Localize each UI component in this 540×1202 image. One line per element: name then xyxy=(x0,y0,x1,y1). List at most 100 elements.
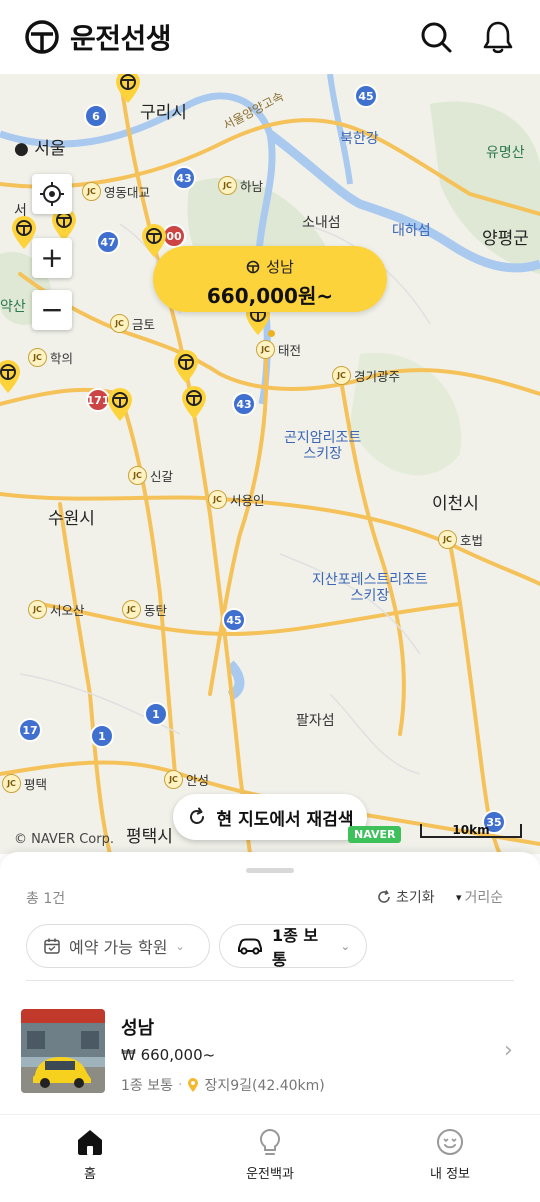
callout-name: 성남 xyxy=(266,258,294,276)
place-label: 구리시 xyxy=(140,103,187,123)
place-label: 수원시 xyxy=(48,509,95,529)
separator-dot: · xyxy=(178,1077,183,1093)
academy-meta: 1종 보통 · 장지9길(42.40km) xyxy=(121,1075,325,1095)
place-label: 이천시 xyxy=(432,494,479,514)
calendar-icon xyxy=(44,938,60,954)
junction-label: JC 동탄 xyxy=(122,600,167,619)
academy-pin-icon[interactable] xyxy=(180,384,208,420)
location-pin-icon xyxy=(188,1078,199,1092)
route-shield: 1 xyxy=(90,724,114,748)
callout-price: 660,000원~ xyxy=(206,284,334,308)
research-map-button[interactable]: 현 지도에서 재검색 xyxy=(173,794,367,840)
reset-icon xyxy=(378,890,390,903)
junction-label: JC 태전 xyxy=(256,340,301,359)
app-title: 운전선생 xyxy=(70,22,172,55)
junction-label: JC 경기광주 xyxy=(332,366,400,385)
location-dot xyxy=(268,330,275,337)
place-label: 곤지암리조트 스키장 xyxy=(284,430,362,462)
filter-license-label: 1종 보통 xyxy=(271,926,319,969)
filter-academy-label: 예약 가능 학원 xyxy=(69,938,168,957)
route-shield: 43 xyxy=(232,392,256,416)
sort-label: 거리순 xyxy=(464,890,504,906)
place-label: 약산 xyxy=(0,299,26,315)
notification-button[interactable] xyxy=(480,19,516,55)
academy-thumbnail xyxy=(21,1009,105,1093)
chevron-right-icon: › xyxy=(504,1038,513,1063)
junction-label: JC 신갈 xyxy=(128,466,173,485)
reset-button[interactable]: 초기화 xyxy=(376,887,435,907)
academy-pin-icon[interactable] xyxy=(0,358,22,394)
nav-home[interactable]: 홈 xyxy=(0,1115,180,1202)
bell-icon xyxy=(483,21,513,54)
refresh-icon xyxy=(189,807,204,824)
my-location-button[interactable] xyxy=(32,174,72,214)
academy-pin-icon[interactable] xyxy=(140,222,168,258)
steering-wheel-logo-icon xyxy=(25,20,59,54)
academy-pin-icon[interactable] xyxy=(114,74,142,104)
route-shield: 17 xyxy=(18,718,42,742)
car-icon xyxy=(237,938,262,955)
academy-list-item[interactable]: 성남 ₩ 660,000~ 1종 보통 · 장지9길(42.40km) › xyxy=(0,1002,540,1098)
route-shield: 43 xyxy=(172,166,196,190)
junction-label: JC 안성 xyxy=(164,770,209,789)
place-label: 지산포레스트리조트 스키장 xyxy=(312,572,428,604)
junction-label: JC 호법 xyxy=(438,530,483,549)
lightbulb-icon xyxy=(259,1128,281,1155)
junction-label: JC 하남 xyxy=(218,176,263,195)
plus-icon: + xyxy=(40,241,64,274)
zoom-out-button[interactable]: − xyxy=(32,290,72,330)
academy-pin-icon[interactable] xyxy=(172,348,200,384)
map-credit: © NAVER Corp. xyxy=(14,832,114,847)
chevron-down-icon: ⌄ xyxy=(175,939,185,953)
place-label: 평택시 xyxy=(126,827,173,847)
app-logo[interactable]: 운전선생 xyxy=(24,17,172,57)
map-view[interactable]: 구리시 ● 서울 서울양양고속 북한강 유명산 소내섬 대하섬 양평군 약산 서… xyxy=(0,74,540,854)
search-icon xyxy=(421,22,452,53)
chevron-down-icon: ⌄ xyxy=(340,939,350,953)
naver-logo: NAVER xyxy=(348,826,402,843)
route-shield: 47 xyxy=(96,230,120,254)
place-label: 양평군 xyxy=(482,229,529,249)
route-shield: 6 xyxy=(84,104,108,128)
sort-dropdown[interactable]: ▾ 거리순 xyxy=(456,887,503,907)
steering-wheel-icon xyxy=(246,260,260,273)
available-academy-filter[interactable]: 예약 가능 학원 ⌄ xyxy=(26,924,210,968)
academy-pin-icon[interactable] xyxy=(106,386,134,422)
place-label: 대하섬 xyxy=(392,223,431,239)
minus-icon: − xyxy=(40,293,64,326)
nav-home-label: 홈 xyxy=(84,1167,96,1182)
search-button[interactable] xyxy=(418,19,454,55)
smiley-icon xyxy=(437,1129,463,1155)
nav-profile-label: 내 정보 xyxy=(429,1167,470,1182)
nav-encyclopedia[interactable]: 운전백과 xyxy=(180,1115,360,1202)
results-sheet: 총 1건 초기화 ▾ 거리순 예약 가능 학원 ⌄ 1종 보통 ⌄ 성남 ₩ 6… xyxy=(0,852,540,1114)
bottom-navigation: 홈 운전백과 내 정보 xyxy=(0,1114,540,1202)
map-scale-bar: 10km xyxy=(420,824,522,838)
result-count: 총 1건 xyxy=(26,891,66,907)
place-label: 소내섬 xyxy=(302,215,341,231)
junction-label: JC 금토 xyxy=(110,314,155,333)
academy-name: 성남 xyxy=(121,1018,155,1039)
academy-location: 장지9길(42.40km) xyxy=(204,1078,325,1094)
nav-profile[interactable]: 내 정보 xyxy=(360,1115,540,1202)
junction-label: JC 학의 xyxy=(28,348,73,367)
place-label-seoul: ● 서울 xyxy=(14,139,66,159)
app-header: 운전선생 xyxy=(0,0,540,74)
zoom-in-button[interactable]: + xyxy=(32,238,72,278)
academy-license: 1종 보통 xyxy=(121,1078,173,1094)
route-shield: 45 xyxy=(354,84,378,108)
junction-label: JC 서용인 xyxy=(208,490,265,509)
nav-encyclopedia-label: 운전백과 xyxy=(246,1167,294,1182)
chevron-down-icon: ▾ xyxy=(456,890,462,904)
sheet-drag-handle[interactable] xyxy=(246,868,294,873)
selected-academy-callout[interactable]: 성남 660,000원~ xyxy=(153,246,387,312)
map-base-layer xyxy=(0,74,540,854)
place-label: 팔자섬 xyxy=(296,713,335,729)
reset-label: 초기화 xyxy=(396,890,435,906)
place-label: 유명산 xyxy=(486,145,525,161)
home-icon xyxy=(78,1130,102,1155)
route-shield: 1 xyxy=(144,702,168,726)
research-label: 현 지도에서 재검색 xyxy=(216,809,354,830)
divider xyxy=(26,980,514,981)
license-type-filter[interactable]: 1종 보통 ⌄ xyxy=(219,924,367,969)
